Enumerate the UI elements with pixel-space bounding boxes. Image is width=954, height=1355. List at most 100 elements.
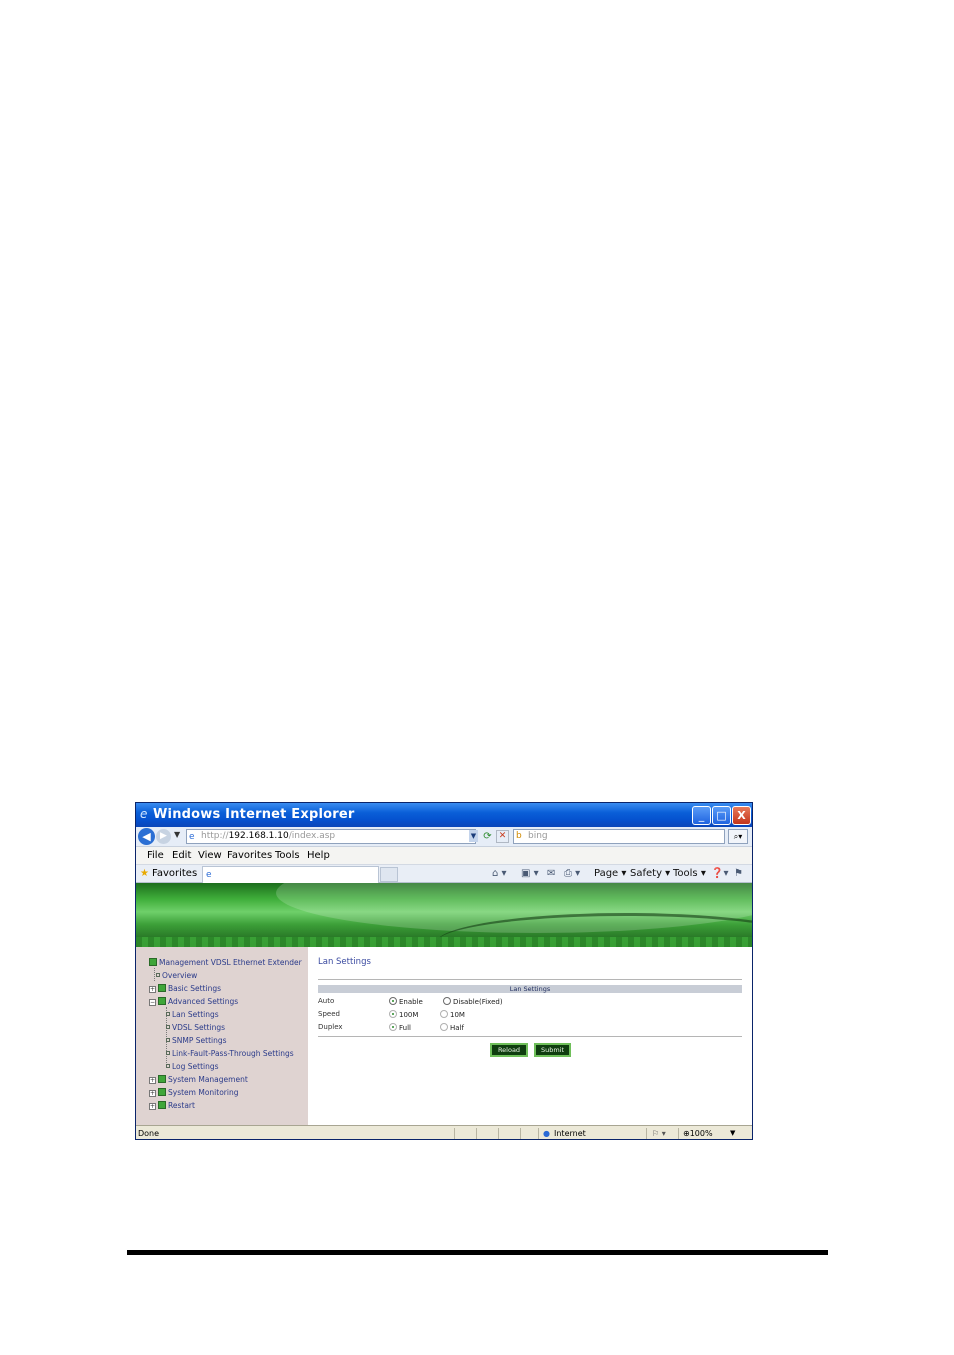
refresh-icon[interactable]: ⟳ (481, 830, 494, 843)
mail-icon[interactable]: ✉ (547, 865, 555, 883)
radio-unselected-icon[interactable] (440, 1023, 448, 1031)
speed-10m-radio[interactable]: 10M (440, 1010, 465, 1019)
menu-tools[interactable]: Tools (275, 847, 300, 864)
favorites-star-icon[interactable]: ★ (140, 865, 149, 883)
sidebar-item-system-monitoring[interactable]: + System Monitoring (149, 1088, 238, 1098)
print-icon[interactable]: ⎙ ▾ (564, 865, 580, 883)
page-leaf-icon (156, 973, 160, 977)
home-icon[interactable]: ⌂ ▾ (492, 865, 507, 883)
security-zone: Internet (554, 1129, 586, 1138)
menu-bar: File Edit View Favorites Tools Help (136, 847, 752, 864)
zoom-dropdown-icon[interactable]: ▼ (730, 1126, 735, 1139)
folder-icon (158, 1088, 166, 1096)
page-leaf-icon (166, 1025, 170, 1029)
sidebar-item-overview[interactable]: Overview (156, 971, 197, 981)
radio-unselected-icon[interactable] (443, 997, 451, 1005)
expand-plus-icon[interactable]: + (149, 986, 156, 993)
divider (318, 1036, 742, 1037)
title-bar[interactable]: e Windows Internet Explorer _ □ X (136, 803, 752, 827)
auto-label: Auto (318, 997, 335, 1005)
help-icon[interactable]: ❓▾ (711, 865, 728, 883)
speed-label: Speed (318, 1010, 340, 1018)
sidebar-item-system-management[interactable]: + System Management (149, 1075, 248, 1085)
navigation-tree: Management VDSL Ethernet Extender Overvi… (136, 947, 308, 1125)
submit-button[interactable]: Submit (534, 1043, 571, 1057)
sidebar-item-advanced-settings[interactable]: − Advanced Settings (149, 997, 238, 1007)
divider (318, 979, 742, 980)
status-text: Done (138, 1129, 160, 1138)
radio-selected-icon[interactable] (389, 1023, 397, 1031)
menu-help[interactable]: Help (307, 847, 330, 864)
expand-plus-icon[interactable]: + (149, 1103, 156, 1110)
menu-edit[interactable]: Edit (172, 847, 191, 864)
browser-window: e Windows Internet Explorer _ □ X ◀ ▶ ▼ … (135, 802, 753, 1140)
page-menu[interactable]: Page ▾ (594, 865, 626, 883)
auto-enable-radio[interactable]: Enable (389, 997, 423, 1006)
reload-button[interactable]: Reload (490, 1043, 528, 1057)
expand-plus-icon[interactable]: + (149, 1090, 156, 1097)
browser-tab[interactable]: e (202, 866, 379, 883)
collapse-minus-icon[interactable]: − (149, 999, 156, 1006)
ie-logo-icon: e (140, 807, 148, 821)
bing-icon: b (516, 831, 522, 841)
sidebar-item-basic-settings[interactable]: + Basic Settings (149, 984, 221, 994)
minimize-button[interactable]: _ (692, 806, 711, 825)
menu-favorites[interactable]: Favorites (227, 847, 272, 864)
auto-disable-radio[interactable]: Disable(Fixed) (443, 997, 503, 1006)
sidebar-item-log-settings[interactable]: Log Settings (166, 1062, 219, 1072)
folder-icon (158, 1101, 166, 1109)
url-input[interactable]: e http://192.168.1.10/index.asp (186, 829, 476, 844)
search-magnifier-icon[interactable]: ⌕▾ (728, 829, 748, 844)
sidebar-item-link-fault-pass-through[interactable]: Link-Fault-Pass-Through Settings (166, 1049, 294, 1059)
page-leaf-icon (166, 1064, 170, 1068)
internet-globe-icon: ● (543, 1129, 550, 1138)
back-arrow-icon[interactable]: ◀ (138, 828, 155, 845)
menu-view[interactable]: View (198, 847, 222, 864)
tab-page-icon: e (206, 870, 212, 880)
duplex-half-radio[interactable]: Half (440, 1023, 464, 1032)
forward-arrow-icon[interactable]: ▶ (156, 829, 171, 844)
search-input[interactable]: b bing (513, 829, 725, 844)
duplex-label: Duplex (318, 1023, 343, 1031)
folder-icon (158, 997, 166, 1005)
maximize-button[interactable]: □ (712, 806, 731, 825)
sidebar-item-vdsl-settings[interactable]: VDSL Settings (166, 1023, 225, 1033)
radio-unselected-icon[interactable] (440, 1010, 448, 1018)
section-header: Lan Settings (318, 985, 742, 993)
radio-selected-icon[interactable] (389, 997, 397, 1005)
duplex-full-radio[interactable]: Full (389, 1023, 411, 1032)
header-banner (136, 883, 752, 947)
menu-file[interactable]: File (147, 847, 164, 864)
radio-selected-icon[interactable] (389, 1010, 397, 1018)
stop-icon[interactable]: ✕ (496, 830, 509, 843)
close-button[interactable]: X (732, 806, 751, 825)
sidebar-item-lan-settings[interactable]: Lan Settings (166, 1010, 219, 1020)
sidebar-item-restart[interactable]: + Restart (149, 1101, 195, 1111)
speed-100m-radio[interactable]: 100M (389, 1010, 418, 1019)
sidebar-item-snmp-settings[interactable]: SNMP Settings (166, 1036, 227, 1046)
page-leaf-icon (166, 1051, 170, 1055)
status-bar: Done ● Internet ⚐ ▾ ⊕100% ▼ (136, 1125, 752, 1139)
new-tab-button[interactable] (380, 867, 398, 882)
research-icon[interactable]: ⚑ (734, 865, 743, 883)
expand-plus-icon[interactable]: + (149, 1077, 156, 1084)
page-leaf-icon (166, 1012, 170, 1016)
url-dropdown-icon[interactable]: ▼ (469, 830, 478, 842)
folder-icon (149, 958, 157, 966)
page-leaf-icon (166, 1038, 170, 1042)
safety-menu[interactable]: Safety ▾ (630, 865, 670, 883)
tree-root[interactable]: Management VDSL Ethernet Extender (149, 958, 302, 968)
tools-menu[interactable]: Tools ▾ (673, 865, 706, 883)
page-title: Lan Settings (318, 957, 371, 967)
favorites-button[interactable]: Favorites (152, 865, 197, 883)
favorites-bar: ★ Favorites e ⌂ ▾ ▣ ▾ ✉ ⎙ ▾ Page ▾ Safet… (136, 864, 752, 883)
feeds-icon[interactable]: ▣ ▾ (521, 865, 539, 883)
address-bar: ◀ ▶ ▼ e http://192.168.1.10/index.asp ▼ ⟳… (136, 827, 752, 847)
folder-icon (158, 984, 166, 992)
protected-mode-icon[interactable]: ⚐ ▾ (652, 1126, 666, 1139)
page-icon: e (189, 832, 195, 842)
footer-rule (127, 1250, 828, 1255)
history-dropdown-icon[interactable]: ▼ (174, 830, 180, 839)
zoom-magnifier-icon: ⊕ (683, 1129, 690, 1138)
zoom-control[interactable]: ⊕100% (683, 1126, 713, 1139)
